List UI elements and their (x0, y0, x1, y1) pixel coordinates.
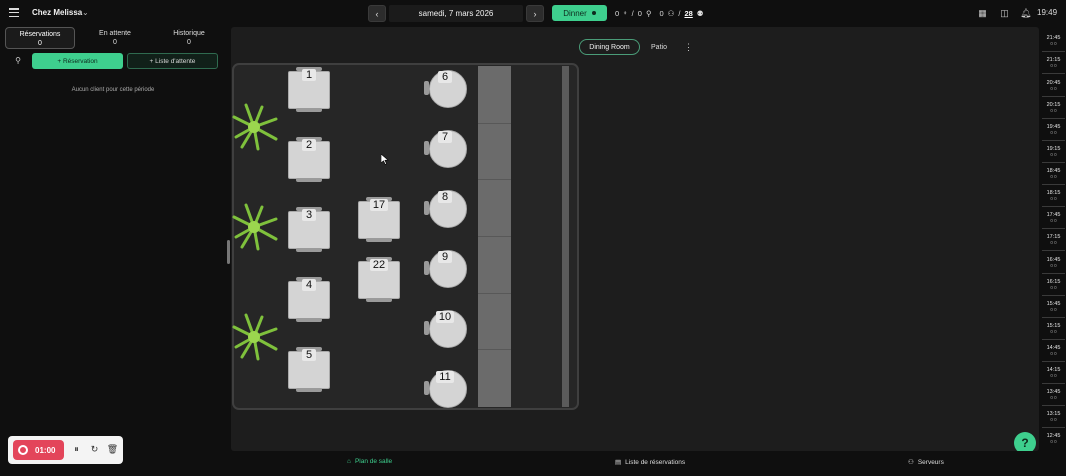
current-time: 19:49 (1037, 8, 1058, 17)
users-icon: ⚇ (908, 459, 914, 466)
capacity-icon: ⚉ (696, 8, 704, 18)
time-slot[interactable]: 12:45 0 0 (1041, 433, 1066, 445)
search-icon[interactable]: ⚲ (9, 54, 27, 68)
time-slot[interactable]: 15:15 0 0 (1041, 323, 1066, 335)
restart-icon[interactable]: ↻ (88, 443, 101, 456)
dining-room-floor (232, 63, 579, 410)
tab-reservations[interactable]: Réservations 0 (5, 27, 75, 49)
add-reservation-button[interactable]: + Réservation (32, 53, 123, 69)
mouse-cursor-icon (381, 154, 389, 165)
table-6[interactable]: 6 (424, 68, 468, 108)
chat-icon[interactable]: ◫ (999, 8, 1010, 18)
table-17[interactable]: 17 (358, 197, 400, 242)
plant-icon (232, 103, 278, 151)
tab-waiting[interactable]: En attente 0 (81, 27, 149, 49)
sidebar-tabs: Réservations 0 En attente 0 Historique 0 (5, 27, 223, 49)
trash-icon[interactable]: 🗑︎ (106, 443, 119, 456)
plant-icon (232, 313, 278, 361)
add-waitlist-button[interactable]: + Liste d'attente (127, 53, 218, 69)
chevron-left-icon: ‹ (375, 8, 379, 19)
table-1[interactable]: 1 (288, 67, 330, 112)
table-10[interactable]: 10 (424, 308, 468, 348)
next-date-button[interactable]: › (526, 5, 544, 22)
resize-handle[interactable] (227, 240, 230, 264)
table-8[interactable]: 8 (424, 188, 468, 228)
table-9[interactable]: 9 (424, 248, 468, 288)
tab-history[interactable]: Historique 0 (155, 27, 223, 49)
bell-icon[interactable]: 🔔︎ (1020, 8, 1031, 18)
time-slot[interactable]: 20:45 0 0 (1041, 80, 1066, 92)
nav-floor-plan[interactable]: ⌂ Plan de salle (347, 458, 392, 465)
time-slot[interactable]: 17:15 0 0 (1041, 234, 1066, 246)
seat-icon: ⍖ (623, 8, 628, 17)
time-slot[interactable]: 17:45 0 0 (1041, 212, 1066, 224)
time-slot[interactable]: 13:15 0 0 (1041, 411, 1066, 423)
prev-date-button[interactable]: ‹ (368, 5, 386, 22)
list-icon: ▤ (615, 459, 622, 466)
tab-patio[interactable]: Patio (643, 39, 675, 55)
chevron-right-icon: › (533, 8, 537, 19)
time-slot-timeline: 21:45 0 0 21:15 0 0 20:45 0 0 20:15 0 0 19:4… (1041, 27, 1066, 476)
time-slot[interactable]: 14:15 0 0 (1041, 367, 1066, 379)
table-5[interactable]: 5 (288, 347, 330, 392)
nav-servers[interactable]: ⚇ Serveurs (908, 458, 944, 467)
menu-icon[interactable] (9, 8, 19, 18)
time-slot[interactable]: 16:45 0 0 (1041, 257, 1066, 269)
bar-counter (478, 66, 511, 407)
date-display[interactable]: samedi, 7 mars 2026 (389, 5, 523, 22)
nav-reservation-list[interactable]: ▤ Liste de réservations (615, 458, 685, 467)
stop-recording-button[interactable]: 01:00 (13, 440, 64, 460)
time-slot[interactable]: 18:15 0 0 (1041, 190, 1066, 202)
time-slot[interactable]: 18:45 0 0 (1041, 168, 1066, 180)
table-7[interactable]: 7 (424, 128, 468, 168)
more-options-icon[interactable]: ⋮ (684, 42, 693, 53)
time-slot[interactable]: 21:45 0 0 (1041, 35, 1066, 47)
table-4[interactable]: 4 (288, 277, 330, 322)
table-2[interactable]: 2 (288, 137, 330, 182)
time-slot[interactable]: 20:15 0 0 (1041, 102, 1066, 114)
floor-plan-icon: ⌂ (347, 458, 351, 465)
record-icon (18, 445, 28, 455)
empty-message: Aucun client pour cette période (71, 87, 155, 93)
restaurant-name[interactable]: Chez Melissa (32, 8, 82, 17)
time-slot[interactable]: 21:15 0 0 (1041, 57, 1066, 69)
grid-icon[interactable]: ▦ (977, 8, 988, 18)
time-slot[interactable]: 15:45 0 0 (1041, 301, 1066, 313)
time-slot[interactable]: 19:45 0 0 (1041, 124, 1066, 136)
time-slot[interactable]: 13:45 0 0 (1041, 389, 1066, 401)
table-11[interactable]: 11 (424, 368, 468, 408)
group-icon: ⚇ (667, 8, 675, 18)
person-icon: ⚲ (645, 8, 652, 18)
pause-icon[interactable]: ⏸︎ (70, 443, 83, 456)
plant-icon (232, 203, 278, 251)
time-slot[interactable]: 19:15 0 0 (1041, 146, 1066, 158)
time-slot[interactable]: 16:15 0 0 (1041, 279, 1066, 291)
service-selector[interactable]: Dinner (552, 5, 607, 21)
chevron-down-icon[interactable]: ⌄ (82, 8, 89, 17)
table-22[interactable]: 22 (358, 257, 400, 302)
tab-dining-room[interactable]: Dining Room (579, 39, 640, 55)
time-slot[interactable]: 14:45 0 0 (1041, 345, 1066, 357)
bar-counter-edge (562, 66, 569, 407)
status-dot-icon (591, 11, 596, 15)
sidebar (0, 27, 226, 476)
table-3[interactable]: 3 (288, 207, 330, 252)
covers-summary: 0 ⍖ / 0 ⚲ 0 ⚇ / 28 ⚉ (615, 8, 704, 18)
